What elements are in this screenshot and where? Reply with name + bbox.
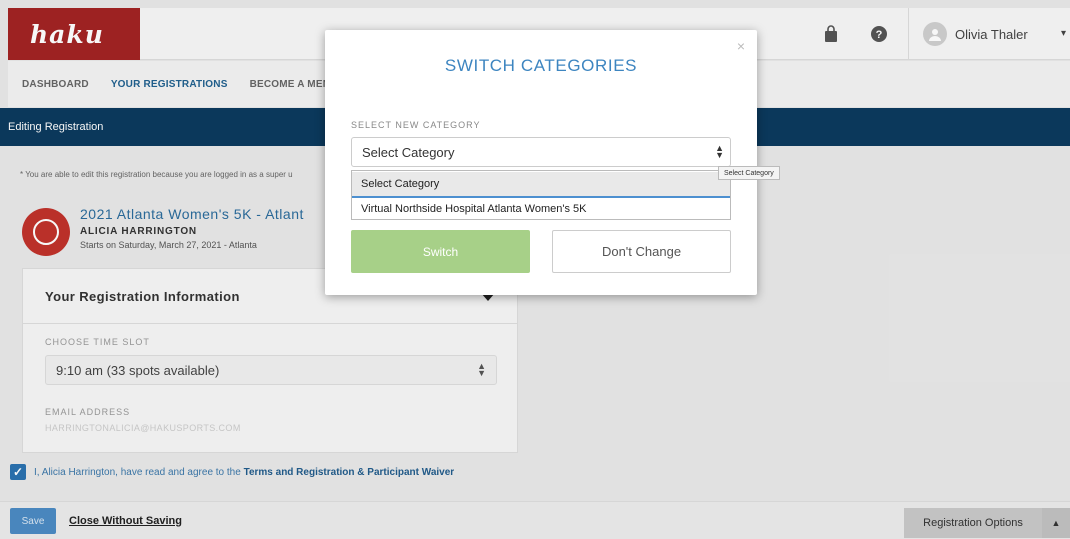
tooltip: Select Category <box>718 166 780 180</box>
category-select[interactable]: Select Category ▲ ▼ <box>351 137 731 167</box>
dropdown-option-virtual-5k[interactable]: Virtual Northside Hospital Atlanta Women… <box>352 196 730 220</box>
dropdown-option-select-category[interactable]: Select Category <box>352 172 730 196</box>
close-icon[interactable]: × <box>737 38 745 54</box>
category-dropdown: Select Category Virtual Northside Hospit… <box>351 170 731 220</box>
category-select-value: Select Category <box>362 144 455 160</box>
modal-title: SWITCH CATEGORIES <box>444 56 638 75</box>
select-category-label: SELECT NEW CATEGORY <box>351 120 481 130</box>
switch-categories-modal: × SWITCH CATEGORIES SELECT NEW CATEGORY … <box>325 30 757 295</box>
select-arrows-icon: ▲ ▼ <box>715 143 724 160</box>
switch-button[interactable]: Switch <box>351 230 530 273</box>
dont-change-button[interactable]: Don't Change <box>552 230 731 273</box>
